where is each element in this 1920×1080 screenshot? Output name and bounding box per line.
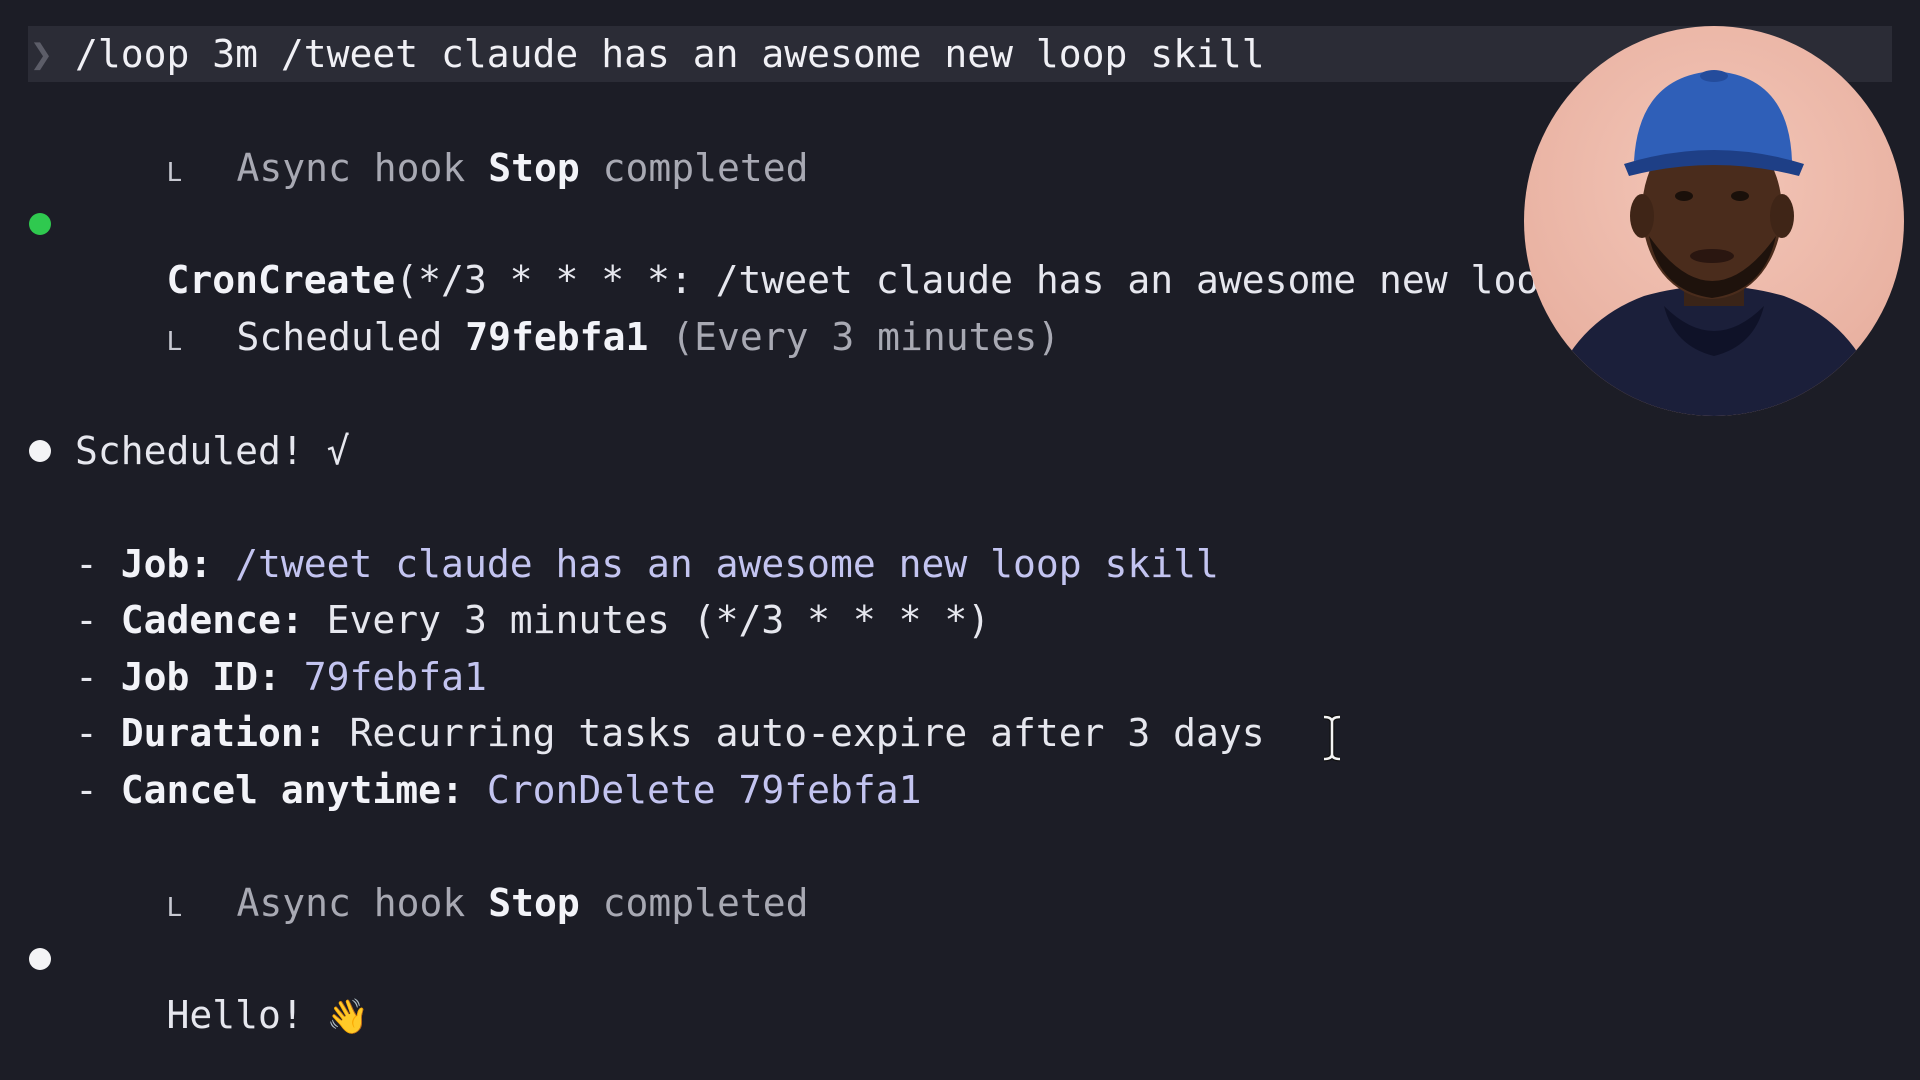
bullet-dash: - (75, 598, 121, 642)
detail-row: - Duration: Recurring tasks auto-expire … (75, 705, 1265, 761)
prompt-command[interactable]: /loop 3m /tweet claude has an awesome ne… (75, 26, 1265, 82)
hook-name: Stop (488, 881, 580, 925)
hook-name: Stop (488, 146, 580, 190)
tree-elbow-icon: L (166, 327, 183, 357)
cron-create-call: CronCreate(*/3 * * * *: /tweet claude ha… (75, 196, 1608, 302)
detail-label: Job: (120, 542, 213, 586)
detail-value: CronDelete 79febfa1 (463, 768, 922, 812)
presenter-webcam-avatar (1524, 26, 1904, 416)
scheduled-heading: Scheduled! √ (75, 429, 350, 473)
success-dot-icon (29, 213, 51, 235)
tree-elbow-icon: L (166, 158, 183, 188)
waving-hand-icon: 👋 (326, 997, 370, 1037)
detail-label: Cadence: (120, 598, 304, 642)
hook-status-line: L Async hook Stop completed (75, 84, 809, 190)
detail-value: Every 3 minutes (*/3 * * * *) (303, 598, 991, 642)
hello-text: Hello! (166, 993, 327, 1037)
text-cursor-icon (1323, 714, 1341, 762)
message-dot-icon (29, 440, 51, 462)
bullet-dash: - (75, 542, 121, 586)
bullet-dash: - (75, 655, 121, 699)
detail-label: Duration: (120, 711, 327, 755)
cron-create-result: L Scheduled 79febfa1 (Every 3 minutes) (75, 253, 1061, 359)
detail-label: Job ID: (120, 655, 281, 699)
tree-elbow-icon: L (166, 893, 183, 923)
detail-value: Recurring tasks auto-expire after 3 days (326, 711, 1265, 755)
terminal-window: ❯ /loop 3m /tweet claude has an awesome … (0, 0, 1920, 1080)
bullet-dash: - (75, 768, 121, 812)
detail-row: - Cancel anytime: CronDelete 79febfa1 (75, 762, 922, 818)
hook-suffix: completed (579, 146, 809, 190)
hook-prefix: Async hook (236, 881, 489, 925)
job-id: 79febfa1 (465, 315, 649, 359)
detail-row: - Cadence: Every 3 minutes (*/3 * * * *) (75, 592, 990, 648)
result-suffix: (Every 3 minutes) (648, 315, 1061, 359)
result-prefix: Scheduled (236, 315, 466, 359)
bullet-dash: - (75, 711, 121, 755)
detail-row: - Job ID: 79febfa1 (75, 649, 487, 705)
detail-value: 79febfa1 (280, 655, 487, 699)
message-dot-icon (29, 948, 51, 970)
hook-prefix: Async hook (236, 146, 489, 190)
prompt-chevron-icon: ❯ (30, 32, 53, 76)
detail-row: - Job: /tweet claude has an awesome new … (75, 536, 1219, 592)
detail-value: /tweet claude has an awesome new loop sk… (212, 542, 1219, 586)
hello-message: Hello! 👋 (75, 931, 370, 1037)
hook-status-line: L Async hook Stop completed (75, 819, 809, 925)
hook-suffix: completed (579, 881, 809, 925)
detail-label: Cancel anytime: (120, 768, 464, 812)
